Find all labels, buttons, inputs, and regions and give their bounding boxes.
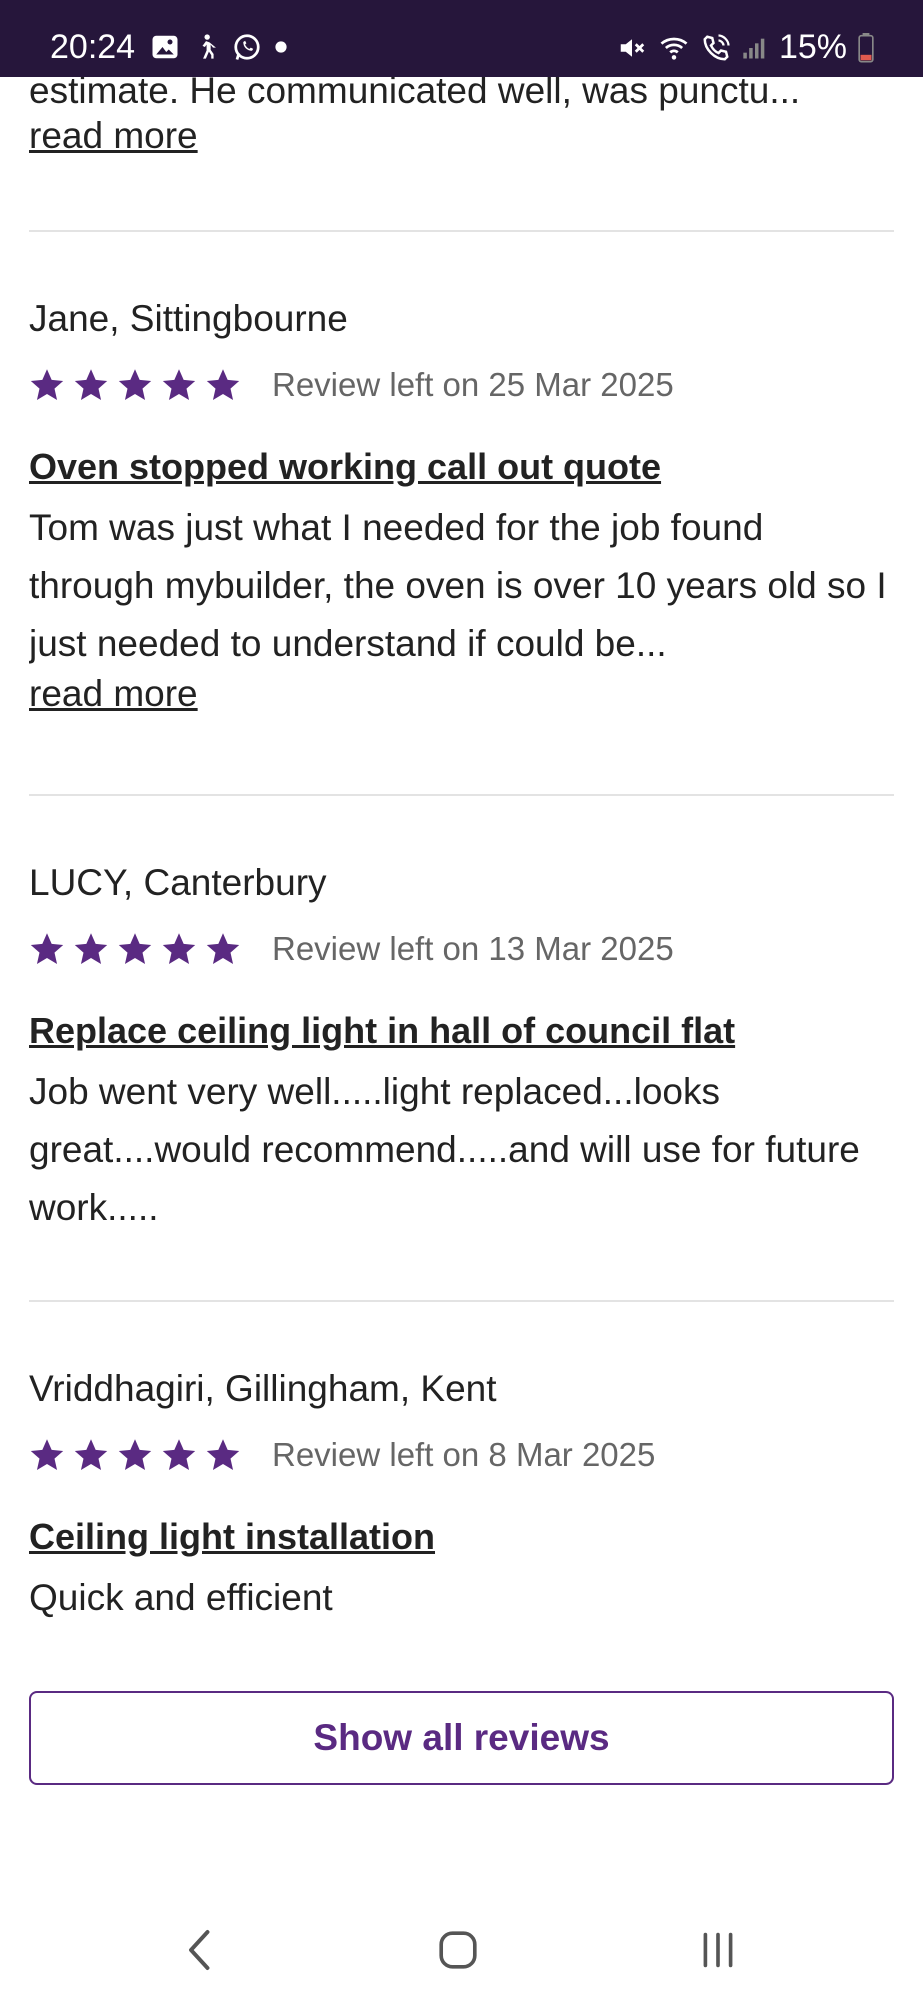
recents-icon bbox=[703, 1932, 733, 1968]
review-body: Quick and efficient bbox=[29, 1577, 333, 1618]
star-icon bbox=[206, 1439, 240, 1470]
read-more-link[interactable]: read more bbox=[29, 673, 198, 714]
star-icon bbox=[162, 1439, 196, 1470]
wifi-calling-icon bbox=[703, 33, 730, 61]
star-icon bbox=[162, 933, 196, 964]
star-rating bbox=[29, 367, 241, 403]
review-body: Tom was just what I needed for the job f… bbox=[29, 499, 894, 673]
star-icon bbox=[118, 1439, 152, 1470]
whatsapp-icon bbox=[234, 34, 260, 60]
star-icon bbox=[206, 933, 240, 964]
battery-icon bbox=[858, 32, 874, 62]
review-date: Review left on 25 Mar 2025 bbox=[272, 366, 674, 403]
divider bbox=[29, 1300, 894, 1302]
review-card: LUCY, Canterbury Review left on 13 Mar 2… bbox=[29, 861, 894, 1237]
star-icon bbox=[74, 369, 108, 400]
star-icon bbox=[74, 1439, 108, 1470]
review-title-link[interactable]: Replace ceiling light in hall of council… bbox=[29, 1009, 735, 1053]
back-icon bbox=[189, 1930, 210, 1970]
reviewer-name: Jane, Sittingbourne bbox=[29, 298, 348, 339]
reviewer-name: Vriddhagiri, Gillingham, Kent bbox=[29, 1368, 497, 1409]
review-date: Review left on 8 Mar 2025 bbox=[272, 1436, 656, 1473]
review-title-link[interactable]: Ceiling light installation bbox=[29, 1515, 435, 1559]
recents-button[interactable] bbox=[688, 1920, 748, 1980]
star-icon bbox=[30, 1439, 64, 1470]
review-card: Jane, Sittingbourne Review left on 25 Ma… bbox=[29, 297, 894, 715]
image-icon bbox=[152, 35, 178, 59]
reviews-page: estimate. He communicated well, was punc… bbox=[0, 0, 923, 1890]
star-icon bbox=[206, 369, 240, 400]
star-icon bbox=[74, 933, 108, 964]
battery-percent: 15% bbox=[778, 28, 847, 66]
reviewer-name: LUCY, Canterbury bbox=[29, 862, 327, 903]
wifi-icon bbox=[660, 37, 688, 60]
divider bbox=[29, 794, 894, 796]
status-bar: 20:24 15% bbox=[0, 0, 923, 77]
star-icon bbox=[118, 369, 152, 400]
star-icon bbox=[118, 933, 152, 964]
review-date: Review left on 13 Mar 2025 bbox=[272, 930, 674, 967]
star-icon bbox=[162, 369, 196, 400]
dot-icon bbox=[275, 41, 287, 53]
home-button[interactable] bbox=[428, 1920, 488, 1980]
review-title-link[interactable]: Oven stopped working call out quote bbox=[29, 445, 661, 489]
walking-person-icon bbox=[202, 34, 216, 59]
review-body-text: Tom was just what I needed for the job f… bbox=[29, 507, 887, 664]
star-rating bbox=[29, 1437, 241, 1473]
signal-icon bbox=[743, 38, 765, 58]
mute-icon bbox=[620, 38, 645, 57]
back-button[interactable] bbox=[170, 1920, 230, 1980]
status-time: 20:24 bbox=[50, 28, 136, 66]
review-body: Job went very well.....light replaced...… bbox=[29, 1071, 860, 1228]
review-card: Vriddhagiri, Gillingham, Kent Review lef… bbox=[29, 1367, 894, 1627]
home-icon bbox=[439, 1931, 477, 1969]
system-nav-bar bbox=[0, 1890, 923, 2000]
divider bbox=[29, 230, 894, 232]
read-more-link[interactable]: read more bbox=[29, 115, 198, 156]
star-icon bbox=[30, 369, 64, 400]
show-all-reviews-button[interactable]: Show all reviews bbox=[29, 1691, 894, 1785]
star-icon bbox=[30, 933, 64, 964]
star-rating bbox=[29, 931, 241, 967]
